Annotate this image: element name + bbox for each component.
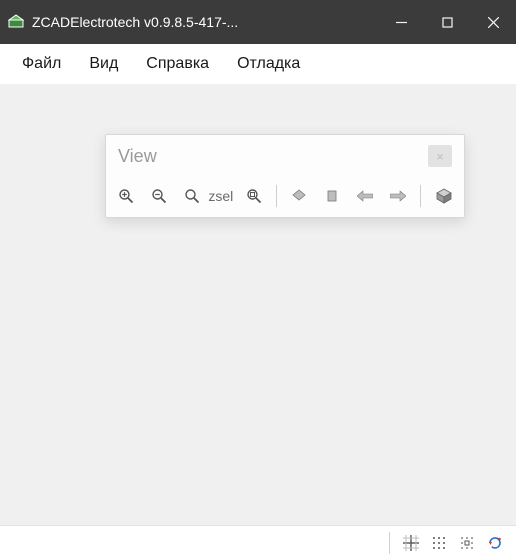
workspace-canvas[interactable]: View × zsel: [0, 84, 516, 525]
view-top-icon: [292, 189, 306, 203]
zoom-selection-label: zsel: [208, 188, 235, 204]
snap-icon: [459, 535, 475, 551]
titlebar: ZCADElectrotech v0.9.8.5-417-...: [0, 0, 516, 44]
zoom-selection-button[interactable]: [239, 183, 268, 209]
toolbar-separator: [276, 185, 277, 207]
view-isometric-button[interactable]: [429, 183, 458, 209]
view-left-button[interactable]: [351, 183, 380, 209]
refresh-icon: [487, 535, 503, 551]
statusbar: [0, 525, 516, 559]
view-panel-title: View: [118, 146, 428, 167]
maximize-button[interactable]: [424, 0, 470, 44]
zoom-in-button[interactable]: [112, 183, 141, 209]
view-right-button[interactable]: [383, 183, 412, 209]
dots-icon: [431, 535, 447, 551]
view-panel-close-button[interactable]: ×: [428, 145, 452, 167]
grid-icon: [403, 535, 419, 551]
polar-tracking-toggle[interactable]: [454, 530, 480, 556]
cube-icon: [436, 188, 452, 204]
menubar: Файл Вид Справка Отладка: [0, 44, 516, 84]
zoom-extents-icon: [184, 188, 200, 204]
menu-view[interactable]: Вид: [77, 49, 130, 79]
view-top-button[interactable]: [285, 183, 314, 209]
view-left-icon: [357, 190, 373, 202]
zoom-in-icon: [118, 188, 134, 204]
snap-entity-toggle[interactable]: [426, 530, 452, 556]
view-toolbar: zsel: [106, 177, 464, 217]
window-title: ZCADElectrotech v0.9.8.5-417-...: [32, 14, 238, 30]
app-icon: [8, 14, 24, 30]
snap-grid-toggle[interactable]: [398, 530, 424, 556]
zoom-out-button[interactable]: [145, 183, 174, 209]
menu-debug[interactable]: Отладка: [225, 49, 312, 79]
redraw-button[interactable]: [482, 530, 508, 556]
zoom-out-icon: [151, 188, 167, 204]
menu-file[interactable]: Файл: [10, 49, 73, 79]
zoom-selection-icon: [246, 188, 262, 204]
zoom-extents-button[interactable]: [178, 183, 207, 209]
view-panel[interactable]: View × zsel: [105, 134, 465, 218]
menu-help[interactable]: Справка: [134, 49, 221, 79]
close-button[interactable]: [470, 0, 516, 44]
toolbar-separator: [420, 185, 421, 207]
statusbar-separator: [389, 532, 390, 554]
view-front-button[interactable]: [318, 183, 347, 209]
view-panel-header[interactable]: View ×: [106, 135, 464, 177]
minimize-button[interactable]: [378, 0, 424, 44]
view-front-icon: [325, 189, 339, 203]
view-right-icon: [390, 190, 406, 202]
